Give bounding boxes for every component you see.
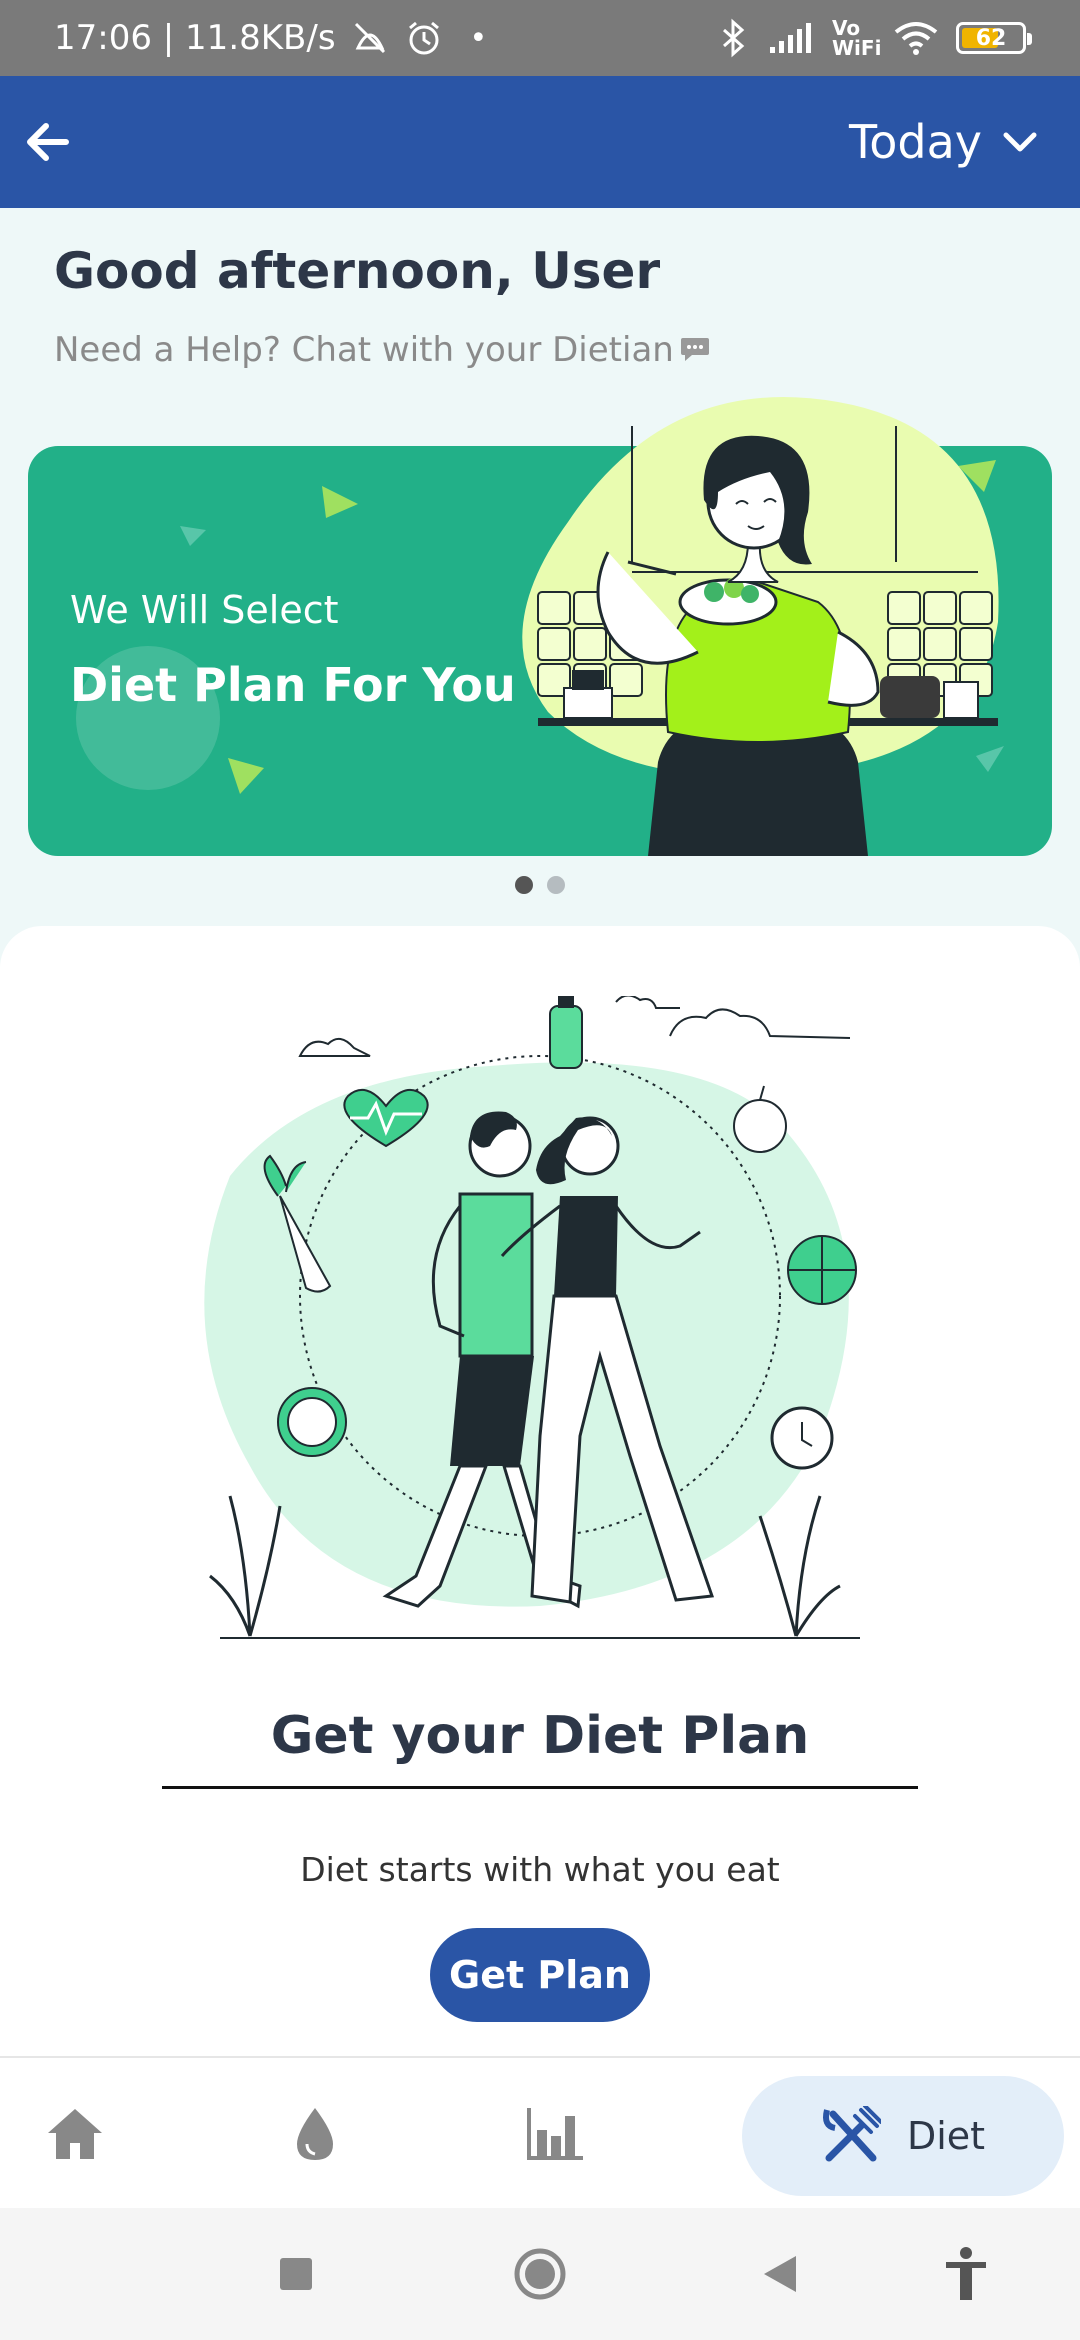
status-bar: 17:06 | 11.8KB/s • Vo WiFi 62 [0, 0, 1080, 76]
chevron-down-icon [1003, 132, 1037, 152]
chat-icon [680, 338, 709, 361]
title-underline [162, 1786, 918, 1789]
wifi-icon [894, 20, 938, 56]
battery-level: 62 [975, 25, 1007, 51]
diet-plan-card: Get your Diet Plan Diet starts with what… [0, 926, 1080, 2056]
status-time: 17:06 | 11.8KB/s [54, 18, 336, 58]
alarm-off-icon [350, 18, 390, 58]
banner-line2: Diet Plan For You [70, 658, 516, 712]
banner-line1: We Will Select [70, 588, 339, 632]
home-button[interactable] [480, 2208, 600, 2340]
nav-water[interactable] [270, 2084, 360, 2184]
bottom-navigation: Diet [0, 2056, 1080, 2208]
greeting-title: Good afternoon, User [54, 242, 661, 300]
date-selector-label: Today [848, 115, 982, 169]
card-title: Get your Diet Plan [270, 1706, 810, 1766]
get-plan-button[interactable]: Get Plan [430, 1928, 650, 2022]
bluetooth-icon [716, 18, 750, 58]
help-text: Need a Help? Chat with your Dietian [54, 330, 674, 370]
date-selector[interactable]: Today [849, 115, 1058, 169]
chat-dietitian-link[interactable]: Need a Help? Chat with your Dietian [54, 330, 710, 370]
arrow-left-icon [27, 123, 69, 161]
accessibility-icon [946, 2247, 986, 2300]
home-icon [48, 2109, 102, 2159]
water-drop-icon [297, 2108, 333, 2160]
recent-apps-button[interactable] [236, 2208, 356, 2340]
triangle-back-icon [764, 2256, 796, 2292]
banner-pagination [0, 876, 1080, 894]
app-bar: Today [0, 76, 1080, 208]
bar-chart-icon [527, 2108, 583, 2160]
nav-diet-label: Diet [906, 2114, 986, 2158]
fork-knife-icon [822, 2106, 881, 2162]
woman-eating-salad-illustration [522, 397, 999, 856]
nav-stats[interactable] [510, 2084, 600, 2184]
nav-home[interactable] [30, 2084, 120, 2184]
back-system-button[interactable] [720, 2208, 840, 2340]
system-navigation-bar [0, 2208, 1080, 2340]
couple-walking-illustration [204, 996, 860, 1639]
alarm-icon [404, 18, 444, 58]
promo-banner[interactable]: We Will Select Diet Plan For You [28, 397, 1052, 856]
pagination-dot[interactable] [515, 876, 533, 894]
notification-dot-icon: • [469, 20, 488, 56]
back-button[interactable] [22, 97, 112, 187]
pagination-dot[interactable] [547, 876, 565, 894]
card-subtitle: Diet starts with what you eat [300, 1850, 780, 1889]
vowifi-label: Vo WiFi [832, 16, 882, 60]
signal-icon [768, 21, 814, 55]
square-icon [280, 2258, 312, 2290]
nav-diet[interactable]: Diet [742, 2076, 1064, 2196]
accessibility-button[interactable] [906, 2208, 1026, 2340]
battery-icon: 62 [956, 22, 1032, 54]
circle-icon [514, 2248, 566, 2300]
